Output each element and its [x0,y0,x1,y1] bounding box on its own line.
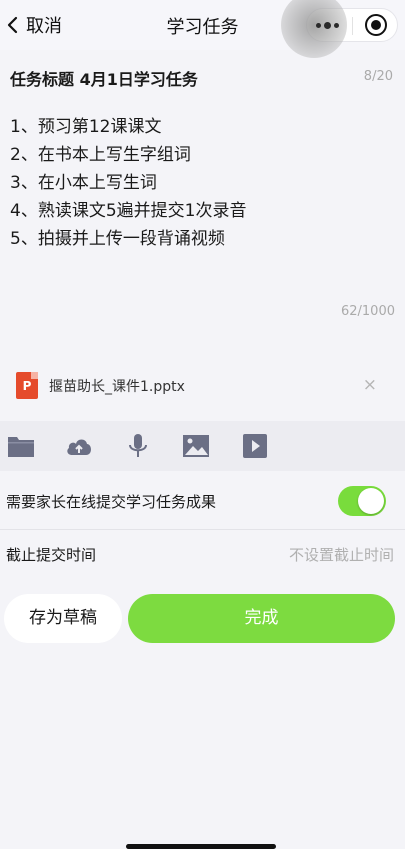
image-icon[interactable] [181,432,211,460]
attachment-toolbar [0,421,405,471]
task-item: 2、在书本上写生字组词 [10,145,191,165]
capsule-divider [352,17,353,35]
task-item: 1、预习第12课课文 [10,117,162,137]
parent-submit-label: 需要家长在线提交学习任务成果 [6,493,217,511]
folder-icon[interactable] [6,432,36,460]
deadline-label: 截止提交时间 [6,546,97,564]
task-title-label: 任务标题 [10,70,75,89]
microphone-icon[interactable] [123,432,153,460]
attachment-item[interactable]: P 揠苗助长_课件1.pptx × [16,370,391,402]
deadline-value: 不设置截止时间 [288,546,394,564]
parent-submit-toggle[interactable] [338,486,386,516]
video-play-icon[interactable] [240,432,270,460]
ppt-icon-letter: P [22,379,32,393]
cloud-upload-icon[interactable] [64,432,94,460]
target-icon[interactable] [365,14,387,36]
task-item: 4、熟读课文5遍并提交1次录音 [10,201,247,221]
remove-attachment-button[interactable]: × [363,375,377,395]
save-draft-button[interactable]: 存为草稿 [4,594,122,643]
navigation-bar: 取消 学习任务 [0,0,405,58]
task-item: 5、拍摄并上传一段背诵视频 [10,229,225,249]
task-content-textarea[interactable]: 1、预习第12课课文 2、在书本上写生字组词 3、在小本上写生词 4、熟读课文5… [10,113,246,253]
task-title-value: 4月1日学习任务 [79,70,198,89]
task-item: 3、在小本上写生词 [10,173,157,193]
home-indicator [126,844,276,849]
task-title[interactable]: 任务标题 4月1日学习任务 [10,66,198,90]
content-char-counter: 62/1000 [340,304,395,319]
deadline-row[interactable]: 截止提交时间 不设置截止时间 [0,530,405,578]
title-char-counter: 8/20 [363,69,393,84]
done-button[interactable]: 完成 [128,594,395,643]
attachment-name: 揠苗助长_课件1.pptx [49,379,185,395]
more-dots-icon[interactable] [316,20,344,30]
ppt-file-icon: P [16,372,38,399]
